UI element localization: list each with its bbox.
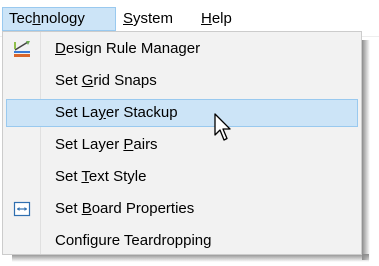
label-pre: Set La	[55, 104, 99, 121]
label-post: rid Snaps	[93, 72, 157, 89]
design-rule-manager-icon	[13, 40, 31, 58]
menu-item-set-grid-snaps[interactable]: Set Grid Snaps	[6, 67, 358, 95]
menu-help-accelerator: H	[201, 10, 212, 27]
label-post: oard Properties	[91, 200, 195, 217]
label-post: airs	[133, 136, 158, 153]
menu-technology-accelerator: h	[32, 10, 41, 27]
label-post: esign Rule Manager	[65, 40, 201, 57]
label-pre: Set Layer	[55, 136, 124, 153]
menu-system-label-post: ystem	[133, 10, 174, 27]
label-accelerator: G	[81, 72, 94, 89]
menu-shadow-bottom	[12, 254, 369, 262]
menu-item-set-layer-pairs[interactable]: Set Layer Pairs	[6, 131, 358, 159]
label-pre: Set	[55, 200, 82, 217]
label-accelerator: D	[55, 40, 66, 57]
label-post: er Stackup	[105, 104, 178, 121]
menu-item-set-layer-stackup[interactable]: Set Layer Stackup	[6, 99, 358, 127]
menu-item-label: Set Grid Snaps	[55, 67, 157, 95]
menu-item-design-rule-manager[interactable]: Design Rule Manager	[6, 35, 358, 63]
label-accelerator: T	[81, 168, 89, 185]
label-pre: Set	[55, 72, 82, 89]
menu-system-accelerator: S	[123, 10, 134, 27]
menu-item-configure-teardropping[interactable]: Configure Teardropping	[6, 227, 358, 255]
menu-item-set-text-style[interactable]: Set Text Style	[6, 163, 358, 191]
board-properties-icon	[13, 200, 31, 218]
menu-system[interactable]: System	[117, 7, 189, 31]
menu-technology-label-post: nology	[40, 10, 85, 27]
menu-item-set-board-properties[interactable]: Set Board Properties	[6, 195, 358, 223]
menu-technology[interactable]: Technology	[2, 7, 116, 31]
label-accelerator: g	[203, 232, 212, 249]
menu-item-label: Design Rule Manager	[55, 35, 200, 63]
menu-item-label: Configure Teardropping	[55, 227, 212, 255]
label-pre: Configure Teardroppin	[55, 232, 204, 249]
label-accelerator: B	[81, 200, 92, 217]
label-post: ext Style	[88, 168, 147, 185]
menu-item-label: Set Board Properties	[55, 195, 194, 223]
menu-item-label: Set Layer Stackup	[55, 99, 178, 127]
label-accelerator: y	[98, 104, 106, 121]
label-accelerator: P	[123, 136, 134, 153]
app-window: Technology System Help Design Rule Manag…	[0, 0, 379, 266]
menu-item-label: Set Text Style	[55, 163, 146, 191]
technology-dropdown-menu: Design Rule Manager Set Grid Snaps Set L…	[2, 31, 362, 255]
menu-help-label-post: elp	[211, 10, 232, 27]
menu-shadow-right	[362, 40, 370, 260]
label-pre: Set	[55, 168, 82, 185]
menu-help[interactable]: Help	[195, 7, 249, 31]
menu-technology-label-pre: Tec	[9, 10, 33, 27]
mouse-pointer-icon	[214, 113, 236, 143]
menu-item-label: Set Layer Pairs	[55, 131, 158, 159]
